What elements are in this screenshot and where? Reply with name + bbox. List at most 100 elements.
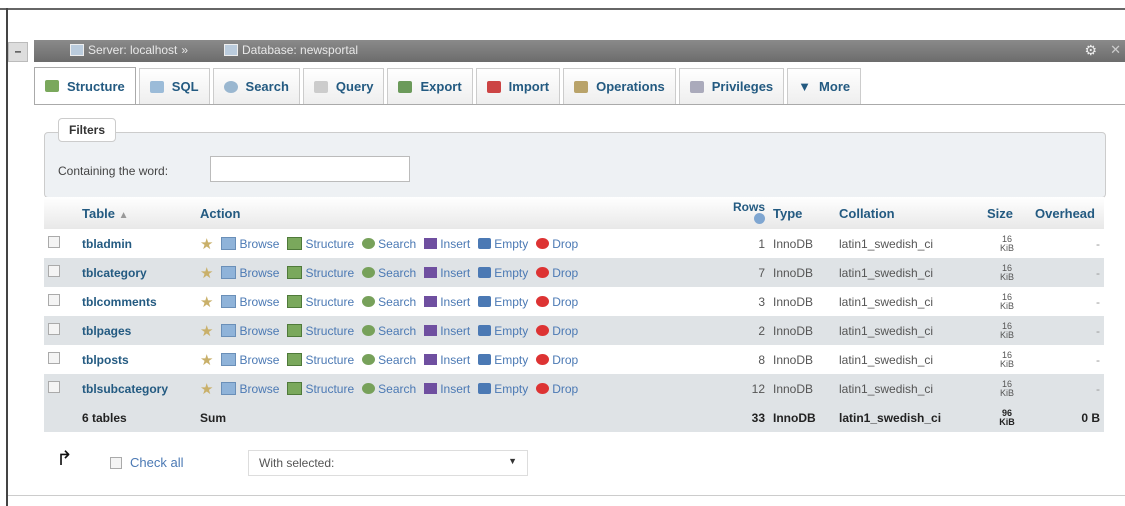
tab-more[interactable]: ▼ More	[787, 68, 862, 104]
tab-label: SQL	[171, 79, 199, 94]
overhead-column-header[interactable]: Overhead	[1031, 197, 1104, 229]
browse-action[interactable]: Browse	[221, 237, 279, 251]
close-icon[interactable]: ✕	[1110, 42, 1121, 58]
search-action[interactable]: Search	[362, 324, 416, 338]
check-all[interactable]: Check all	[110, 455, 183, 470]
browse-action[interactable]: Browse	[221, 324, 279, 338]
tab-privileges[interactable]: Privileges	[678, 68, 785, 104]
drop-action[interactable]: Drop	[536, 266, 578, 280]
row-checkbox[interactable]	[48, 381, 60, 393]
table-column-header[interactable]: Table ▲	[78, 197, 196, 229]
table-name-link[interactable]: tblcategory	[78, 258, 196, 287]
search-action[interactable]: Search	[362, 266, 416, 280]
star-icon[interactable]: ★	[200, 235, 213, 253]
search-action[interactable]: Search	[362, 295, 416, 309]
row-checkbox[interactable]	[48, 323, 60, 335]
empty-icon	[478, 296, 492, 307]
rows-column-header[interactable]: Rows	[709, 197, 769, 229]
browse-action[interactable]: Browse	[221, 353, 279, 367]
tab-export[interactable]: Export	[387, 68, 473, 104]
check-all-label[interactable]: Check all	[130, 455, 183, 470]
overhead: -	[1031, 287, 1104, 316]
insert-action[interactable]: Insert	[424, 295, 470, 309]
tab-operations[interactable]: Operations	[563, 68, 676, 104]
structure-action[interactable]: Structure	[287, 237, 354, 251]
insert-action[interactable]: Insert	[424, 266, 470, 280]
drop-action[interactable]: Drop	[536, 295, 578, 309]
browse-action[interactable]: Browse	[221, 382, 279, 396]
tab-import[interactable]: Import	[475, 68, 561, 104]
insert-action[interactable]: Insert	[424, 353, 470, 367]
help-icon[interactable]	[754, 212, 765, 224]
filter-input[interactable]	[210, 156, 410, 182]
table-name-link[interactable]: tbladmin	[78, 229, 196, 258]
table-row: tbladmin ★ Browse Structure Search Insert Empt…	[44, 229, 1104, 258]
search-action[interactable]: Search	[362, 382, 416, 396]
empty-action[interactable]: Empty	[478, 266, 528, 280]
table-size[interactable]: 16 KiB	[983, 374, 1031, 403]
row-checkbox[interactable]	[48, 236, 60, 248]
empty-action[interactable]: Empty	[478, 353, 528, 367]
collation: latin1_swedish_ci	[835, 258, 983, 287]
empty-action[interactable]: Empty	[478, 237, 528, 251]
tab-structure[interactable]: Structure	[34, 67, 136, 104]
breadcrumb-server[interactable]: Server: localhost »	[70, 43, 188, 57]
table-size[interactable]: 16 KiB	[983, 287, 1031, 316]
table-name-link[interactable]: tblposts	[78, 345, 196, 374]
collation-column-header[interactable]: Collation	[835, 197, 983, 229]
structure-action[interactable]: Structure	[287, 266, 354, 280]
table-name-link[interactable]: tblpages	[78, 316, 196, 345]
structure-action[interactable]: Structure	[287, 324, 354, 338]
summary-rows: 33	[709, 403, 769, 432]
star-icon[interactable]: ★	[200, 264, 213, 282]
browse-action[interactable]: Browse	[221, 266, 279, 280]
insert-action[interactable]: Insert	[424, 382, 470, 396]
insert-action[interactable]: Insert	[424, 237, 470, 251]
table-size[interactable]: 16 KiB	[983, 316, 1031, 345]
star-icon[interactable]: ★	[200, 322, 213, 340]
tab-query[interactable]: Query	[302, 68, 385, 104]
structure-action[interactable]: Structure	[287, 295, 354, 309]
row-checkbox[interactable]	[48, 294, 60, 306]
star-icon[interactable]: ★	[200, 380, 213, 398]
tab-search[interactable]: Search	[212, 68, 300, 104]
empty-action[interactable]: Empty	[478, 382, 528, 396]
sql-icon	[149, 80, 164, 93]
browse-action[interactable]: Browse	[221, 295, 279, 309]
drop-action[interactable]: Drop	[536, 353, 578, 367]
with-selected-select[interactable]: With selected: ▼	[248, 450, 528, 476]
structure-icon	[45, 80, 59, 92]
structure-action[interactable]: Structure	[287, 353, 354, 367]
gear-icon[interactable]: ⚙	[1084, 42, 1097, 59]
empty-action[interactable]: Empty	[478, 295, 528, 309]
drop-action[interactable]: Drop	[536, 237, 578, 251]
collapse-button[interactable]: –	[8, 42, 28, 62]
size-column-header[interactable]: Size	[983, 197, 1031, 229]
table-size[interactable]: 16 KiB	[983, 258, 1031, 287]
drop-action[interactable]: Drop	[536, 382, 578, 396]
tab-sql[interactable]: SQL	[138, 68, 210, 104]
insert-action[interactable]: Insert	[424, 324, 470, 338]
type-column-header[interactable]: Type	[769, 197, 835, 229]
search-action[interactable]: Search	[362, 353, 416, 367]
action-column-header: Action	[196, 197, 709, 229]
breadcrumb-database[interactable]: Database: newsportal	[224, 43, 358, 57]
structure-action[interactable]: Structure	[287, 382, 354, 396]
table-size[interactable]: 16 KiB	[983, 345, 1031, 374]
engine-type: InnoDB	[769, 229, 835, 258]
browse-icon	[221, 237, 237, 250]
empty-action[interactable]: Empty	[478, 324, 528, 338]
structure-icon	[287, 382, 303, 395]
table-size[interactable]: 16 KiB	[983, 229, 1031, 258]
search-action[interactable]: Search	[362, 237, 416, 251]
tables-table: Table ▲ Action Rows Type Collation Size …	[44, 197, 1104, 432]
row-checkbox[interactable]	[48, 352, 60, 364]
table-name-link[interactable]: tblcomments	[78, 287, 196, 316]
star-icon[interactable]: ★	[200, 293, 213, 311]
star-icon[interactable]: ★	[200, 351, 213, 369]
row-select	[44, 345, 78, 374]
drop-action[interactable]: Drop	[536, 324, 578, 338]
row-checkbox[interactable]	[48, 265, 60, 277]
table-name-link[interactable]: tblsubcategory	[78, 374, 196, 403]
check-all-checkbox[interactable]	[110, 456, 122, 469]
